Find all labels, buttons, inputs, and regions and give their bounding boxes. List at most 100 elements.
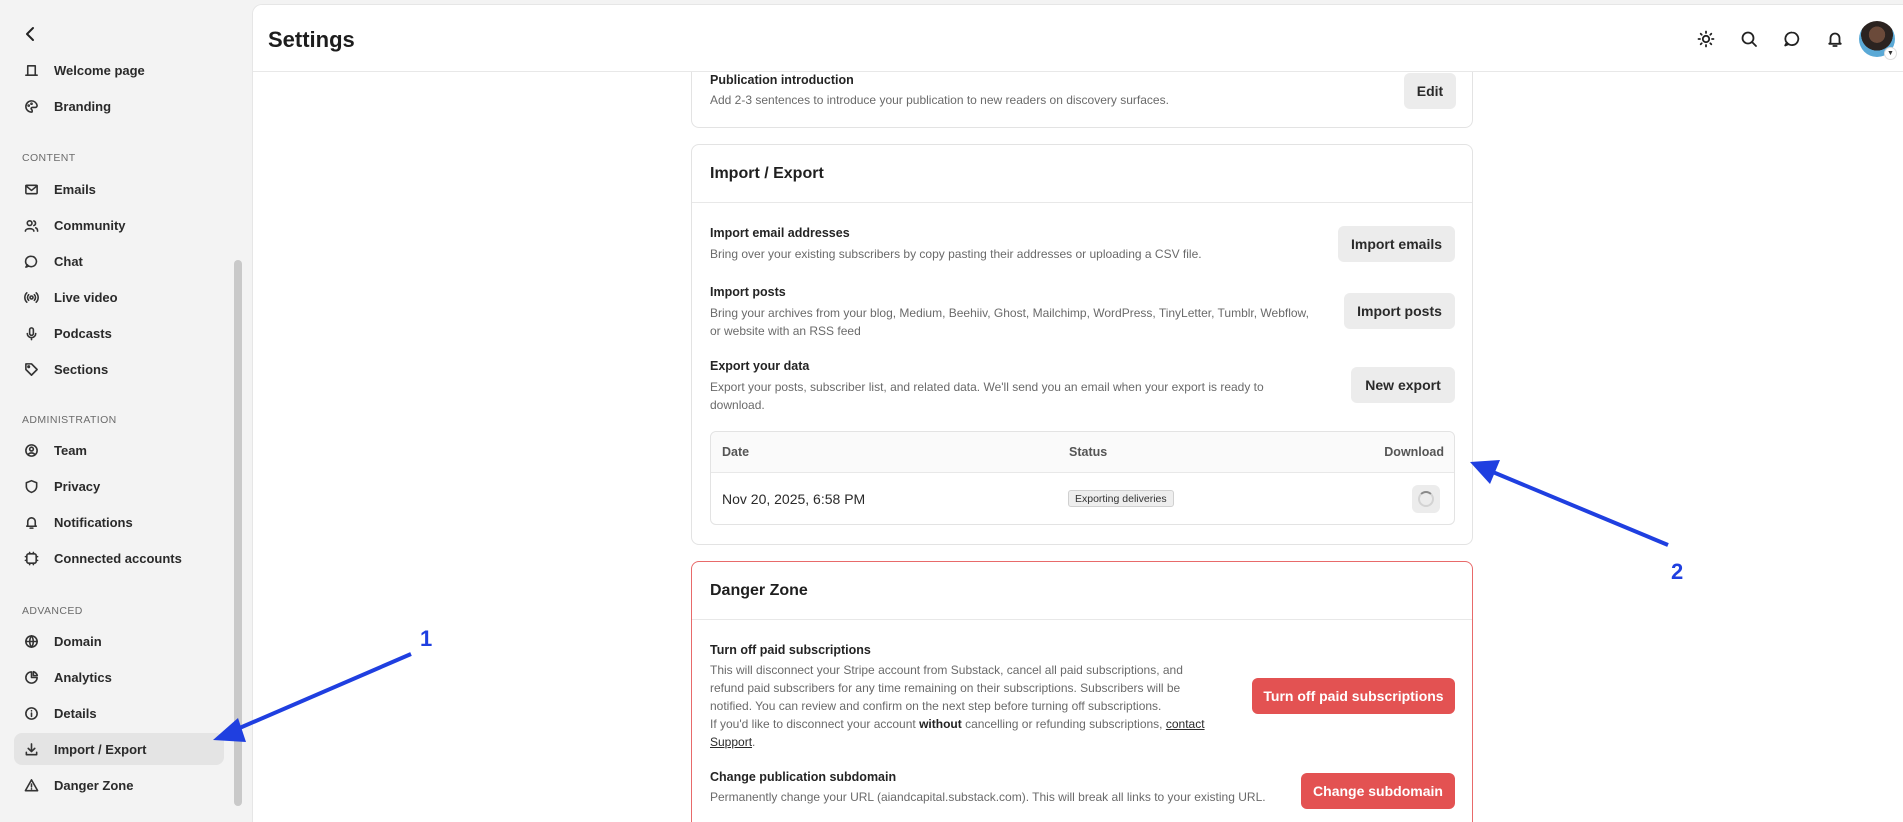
export-data-description-1: Export your posts, subscriber list, and … (710, 380, 1264, 394)
sidebar-item-label: Podcasts (54, 325, 112, 341)
search-button[interactable] (1736, 26, 1762, 52)
paid-note-text: If you'd like to disconnect your account (710, 717, 920, 731)
section-label-content: CONTENT (22, 152, 76, 164)
sidebar-item-live-video[interactable]: Live video (14, 281, 224, 313)
sidebar-item-community[interactable]: Community (14, 209, 224, 241)
sun-icon (1697, 30, 1715, 48)
bell-icon (1828, 32, 1842, 47)
sidebar-item-label: Notifications (54, 514, 133, 530)
chat-button[interactable] (1779, 26, 1805, 52)
welcome-icon (22, 61, 40, 79)
sidebar-item-domain[interactable]: Domain (14, 625, 224, 657)
microphone-icon (22, 324, 40, 342)
notifications-button[interactable] (1822, 26, 1848, 52)
sidebar-item-analytics[interactable]: Analytics (14, 661, 224, 693)
column-header-status: Status (1069, 445, 1108, 459)
loading-spinner-icon (1418, 491, 1434, 507)
paid-description-3: notified. You can review and confirm on … (710, 699, 1162, 713)
sidebar-item-label: Connected accounts (54, 550, 182, 566)
sidebar-item-sections[interactable]: Sections (14, 353, 224, 385)
info-icon (22, 704, 40, 722)
import-export-heading: Import / Export (692, 145, 1472, 203)
sidebar-item-branding[interactable]: Branding (14, 90, 224, 122)
danger-zone-heading: Danger Zone (692, 562, 1472, 620)
column-header-date: Date (722, 445, 750, 459)
chat-icon (1784, 31, 1800, 47)
people-icon (22, 216, 40, 234)
tag-icon (22, 360, 40, 378)
paid-note-bold: without (919, 717, 962, 731)
paid-description-1: This will disconnect your Stripe account… (710, 663, 1183, 677)
sidebar-item-label: Import / Export (54, 741, 147, 757)
sidebar-item-podcasts[interactable]: Podcasts (14, 317, 224, 349)
shield-icon (22, 477, 40, 495)
sidebar-item-team[interactable]: Team (14, 434, 224, 466)
connected-icon (22, 549, 40, 567)
import-emails-button[interactable]: Import emails (1338, 226, 1455, 262)
change-subdomain-button[interactable]: Change subdomain (1301, 773, 1455, 809)
paid-description-4: If you'd like to disconnect your account… (710, 715, 1205, 733)
sidebar-item-details[interactable]: Details (14, 697, 224, 729)
globe-icon (22, 632, 40, 650)
sidebar-item-label: Branding (54, 98, 112, 114)
mail-icon (22, 180, 40, 198)
contact-support-link[interactable]: contact (1166, 717, 1205, 731)
paid-description-2: refund paid subscribers for any time rem… (710, 681, 1181, 695)
broadcast-icon (22, 288, 40, 306)
import-export-card: Import / Export Import email addresses B… (691, 144, 1473, 545)
export-data-title: Export your data (710, 359, 810, 373)
sidebar-item-label: Domain (54, 633, 102, 649)
section-label-advanced: ADVANCED (22, 605, 83, 617)
download-icon (22, 740, 40, 758)
sidebar: Welcome page Branding CONTENT Emails Com… (0, 0, 252, 822)
sidebar-item-label: Live video (54, 289, 118, 305)
change-subdomain-title: Change publication subdomain (710, 770, 897, 784)
import-posts-description-2: or website with an RSS feed (710, 324, 861, 338)
sidebar-item-connected-accounts[interactable]: Connected accounts (14, 542, 224, 574)
sidebar-item-welcome-page[interactable]: Welcome page (14, 54, 224, 86)
import-posts-description-1: Bring your archives from your blog, Medi… (710, 306, 1309, 320)
warning-icon (22, 776, 40, 794)
turn-off-paid-subscriptions-button[interactable]: Turn off paid subscriptions (1252, 678, 1455, 714)
sidebar-scrollbar[interactable] (234, 260, 242, 806)
page-title: Settings (268, 27, 355, 52)
analytics-icon (22, 668, 40, 686)
bell-icon (22, 513, 40, 531)
sidebar-item-danger-zone[interactable]: Danger Zone (14, 769, 224, 801)
user-circle-icon (22, 441, 40, 459)
export-date: Nov 20, 2025, 6:58 PM (722, 491, 866, 507)
table-header: Date Status Download (711, 432, 1454, 473)
sidebar-item-label: Welcome page (54, 62, 145, 78)
danger-zone-card: Danger Zone Turn off paid subscriptions … (691, 561, 1473, 822)
sidebar-item-label: Chat (54, 253, 83, 269)
sidebar-item-label: Sections (54, 361, 109, 377)
edit-button[interactable]: Edit (1404, 73, 1456, 109)
search-icon (1741, 31, 1757, 47)
back-button[interactable] (20, 22, 40, 46)
sidebar-item-label: Analytics (54, 669, 112, 685)
sidebar-item-emails[interactable]: Emails (14, 173, 224, 205)
new-export-button[interactable]: New export (1351, 367, 1455, 403)
sidebar-item-label: Team (54, 442, 87, 458)
section-label-administration: ADMINISTRATION (22, 414, 117, 426)
paid-note-text-2: cancelling or refunding subscriptions, (961, 717, 1166, 731)
download-button[interactable] (1412, 485, 1440, 513)
palette-icon (22, 97, 40, 115)
intro-title: Publication introduction (710, 73, 854, 87)
table-row: Nov 20, 2025, 6:58 PM Exporting deliveri… (711, 473, 1454, 525)
chevron-down-icon[interactable]: ▼ (1884, 47, 1897, 60)
chevron-left-icon (26, 27, 34, 41)
sidebar-item-chat[interactable]: Chat (14, 245, 224, 277)
support-link[interactable]: Support (710, 735, 752, 749)
chat-icon (22, 252, 40, 270)
sidebar-item-privacy[interactable]: Privacy (14, 470, 224, 502)
import-posts-button[interactable]: Import posts (1344, 293, 1455, 329)
sidebar-item-label: Emails (54, 181, 96, 197)
annotation-number-2: 2 (1671, 559, 1684, 584)
theme-toggle-button[interactable] (1693, 26, 1719, 52)
top-bar: Settings ▼ (253, 5, 1903, 72)
sidebar-item-notifications[interactable]: Notifications (14, 506, 224, 538)
sidebar-item-import-export[interactable]: Import / Export (14, 733, 224, 765)
import-emails-description: Bring over your existing subscribers by … (710, 247, 1202, 261)
status-badge: Exporting deliveries (1068, 490, 1174, 507)
